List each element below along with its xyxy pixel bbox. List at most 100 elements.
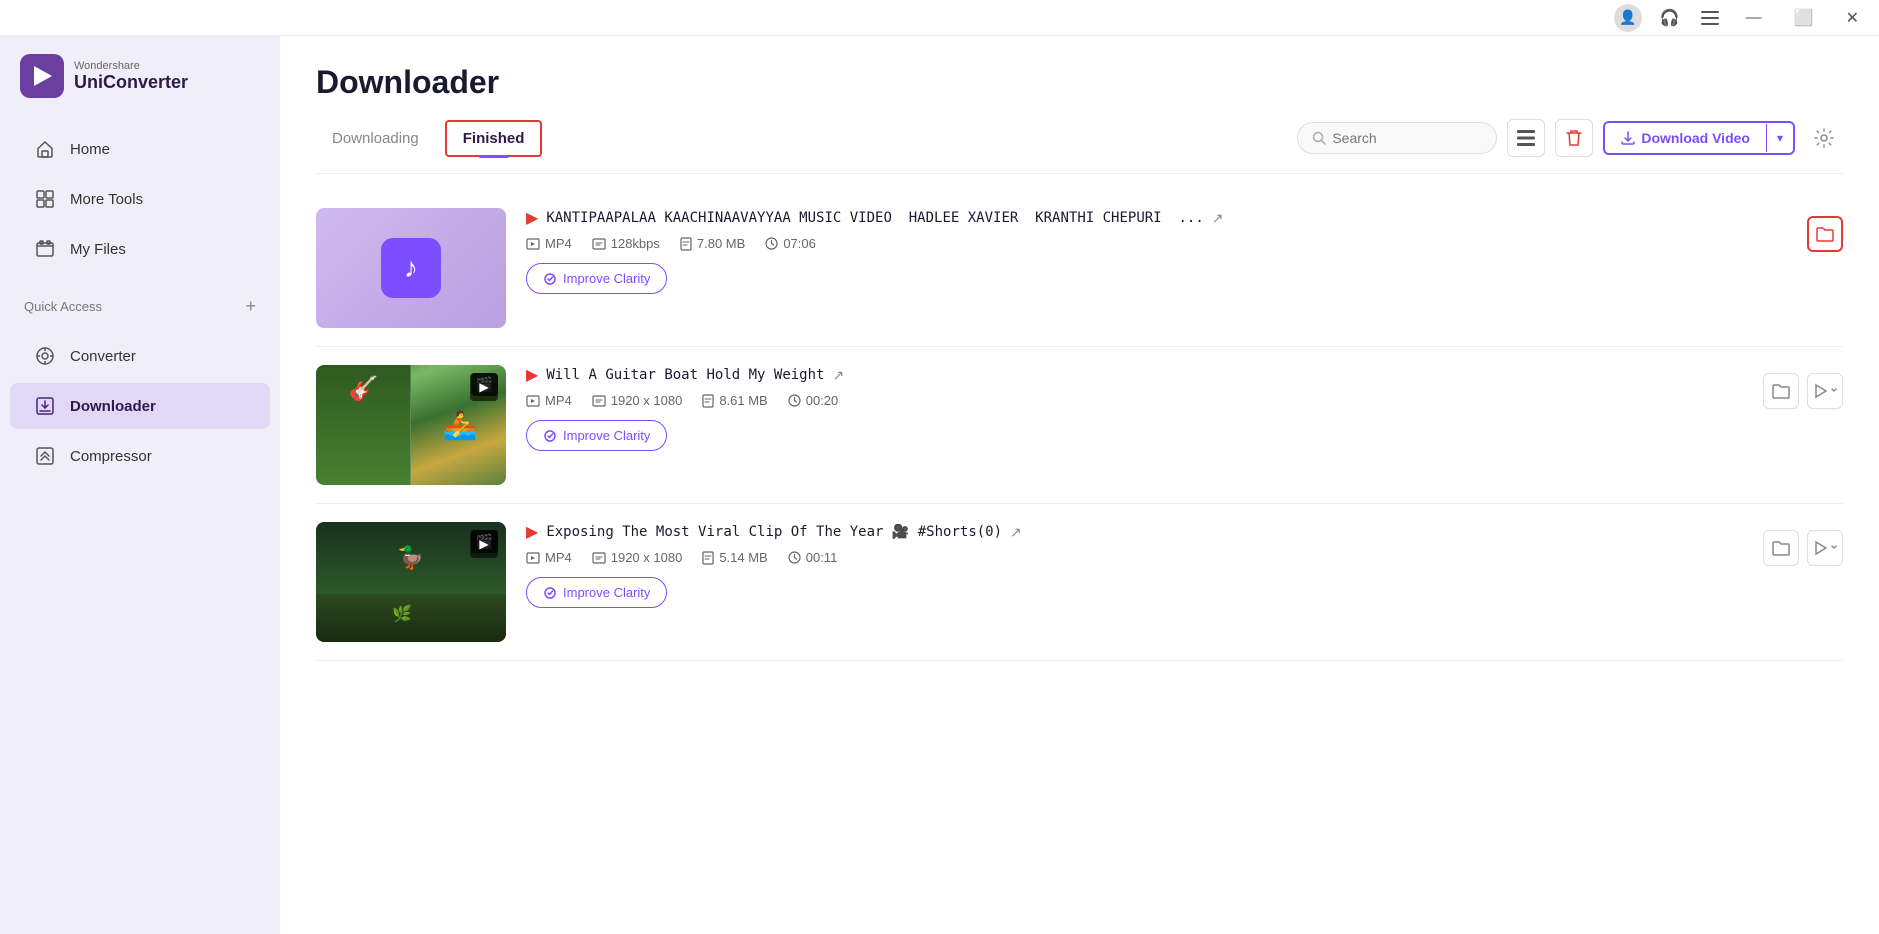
- external-link-icon-1[interactable]: ↗: [1212, 210, 1224, 227]
- dropdown-arrow-2: [1830, 383, 1838, 399]
- tab-finished[interactable]: Finished: [445, 120, 543, 157]
- duration-meta-3: 00:11: [788, 550, 838, 565]
- more-tools-icon: [34, 188, 56, 210]
- sidebar-item-more-tools[interactable]: More Tools: [10, 176, 270, 222]
- music-icon: ♪: [381, 238, 441, 298]
- sidebar-item-my-files[interactable]: My Files: [10, 226, 270, 272]
- play-icon-3: ▶: [470, 530, 498, 558]
- minimize-button[interactable]: —: [1738, 5, 1770, 31]
- downloader-icon: [34, 395, 56, 417]
- video-title-row-3: ▶ Exposing The Most Viral Clip Of The Ye…: [526, 522, 1843, 542]
- download-icon: [1621, 131, 1635, 145]
- video-title-2: Will A Guitar Boat Hold My Weight: [546, 367, 824, 383]
- video-format-icon-2: [526, 395, 540, 407]
- search-input[interactable]: [1332, 130, 1472, 146]
- play-icon-btn-3: [1812, 540, 1828, 556]
- video-format-icon-3: [526, 552, 540, 564]
- download-video-button[interactable]: Download Video: [1605, 123, 1766, 153]
- external-link-icon-3[interactable]: ↗: [1010, 524, 1022, 541]
- main-content: Downloader Downloading Finished: [280, 36, 1879, 934]
- card-actions-3: [1763, 522, 1843, 566]
- card-actions-2: [1763, 365, 1843, 409]
- improve-clarity-button-1[interactable]: Improve Clarity: [526, 263, 667, 294]
- close-button[interactable]: ✕: [1838, 4, 1867, 32]
- sidebar-item-more-tools-label: More Tools: [70, 191, 143, 208]
- logo-name: UniConverter: [74, 72, 188, 93]
- play-button-3[interactable]: [1807, 530, 1843, 566]
- thumbnail-1: ♪: [316, 208, 506, 328]
- video-format-icon: [526, 238, 540, 250]
- improve-icon-2: [543, 429, 557, 443]
- download-video-dropdown-button[interactable]: ▾: [1766, 124, 1793, 152]
- bitrate-meta-1: 128kbps: [592, 236, 660, 251]
- folder-icon: [1816, 226, 1834, 242]
- titlebar: 👤 🎧 — ⬜ ✕: [0, 0, 1879, 36]
- improve-icon: [543, 272, 557, 286]
- youtube-icon-3: ▶: [526, 522, 538, 542]
- video-card-1: ♪ ▶ KANTIPAAPALAA KAACHINAAVAYYAA MUSIC …: [316, 190, 1843, 347]
- sidebar-item-compressor[interactable]: Compressor: [10, 433, 270, 479]
- video-meta-2: MP4 1920 x 1080: [526, 393, 1843, 408]
- page-title: Downloader: [316, 64, 1843, 101]
- main-header: Downloader Downloading Finished: [280, 36, 1879, 174]
- audio-icon: [592, 238, 606, 250]
- sidebar-item-downloader[interactable]: Downloader: [10, 383, 270, 429]
- sidebar-item-downloader-label: Downloader: [70, 398, 156, 415]
- video-info-2: ▶ Will A Guitar Boat Hold My Weight ↗ MP…: [526, 365, 1843, 451]
- improve-clarity-button-2[interactable]: Improve Clarity: [526, 420, 667, 451]
- sidebar-logo: Wondershare UniConverter: [0, 36, 280, 116]
- list-view-button[interactable]: [1507, 119, 1545, 157]
- settings-button[interactable]: [1805, 119, 1843, 157]
- improve-clarity-button-3[interactable]: Improve Clarity: [526, 577, 667, 608]
- dropdown-arrow-3: [1830, 540, 1838, 556]
- folder-icon-3: [1772, 540, 1790, 556]
- menu-icon[interactable]: [1698, 6, 1722, 30]
- quick-access-label: Quick Access: [24, 299, 102, 314]
- thumbnail-2: 🎸 🚣 🎬 ▶: [316, 365, 506, 485]
- download-video-button-group: Download Video ▾: [1603, 121, 1795, 155]
- resolution-meta-2: 1920 x 1080: [592, 393, 683, 408]
- converter-icon: [34, 345, 56, 367]
- folder-button-1[interactable]: [1807, 216, 1843, 252]
- sidebar: Wondershare UniConverter Home: [0, 36, 280, 934]
- tab-downloading[interactable]: Downloading: [316, 122, 435, 155]
- play-button-2[interactable]: [1807, 373, 1843, 409]
- logo-text: Wondershare UniConverter: [74, 60, 188, 93]
- youtube-icon-2: ▶: [526, 365, 538, 385]
- external-link-icon-2[interactable]: ↗: [832, 367, 844, 384]
- sidebar-item-converter[interactable]: Converter: [10, 333, 270, 379]
- resolution-icon-2: [592, 395, 606, 407]
- size-meta-2: 8.61 MB: [702, 393, 767, 408]
- quick-access-add-button[interactable]: +: [245, 296, 256, 317]
- play-icon-btn-2: [1812, 383, 1828, 399]
- clock-icon-3: [788, 551, 801, 564]
- content-list: ♪ ▶ KANTIPAAPALAA KAACHINAAVAYYAA MUSIC …: [280, 174, 1879, 934]
- toolbar: Downloading Finished: [316, 119, 1843, 174]
- youtube-icon-1: ▶: [526, 208, 538, 228]
- video-title-1: KANTIPAAPALAA KAACHINAAVAYYAA MUSIC VIDE…: [546, 210, 1203, 226]
- file-icon: [680, 237, 692, 251]
- search-icon: [1312, 131, 1326, 145]
- video-title-row-1: ▶ KANTIPAAPALAA KAACHINAAVAYYAA MUSIC VI…: [526, 208, 1843, 228]
- sidebar-item-home[interactable]: Home: [10, 126, 270, 172]
- duration-meta-2: 00:20: [788, 393, 839, 408]
- maximize-button[interactable]: ⬜: [1786, 4, 1822, 32]
- folder-button-2[interactable]: [1763, 373, 1799, 409]
- avatar-icon[interactable]: 👤: [1614, 4, 1642, 32]
- improve-icon-3: [543, 586, 557, 600]
- size-meta-3: 5.14 MB: [702, 550, 767, 565]
- search-box[interactable]: [1297, 122, 1497, 154]
- file-icon-3: [702, 551, 714, 565]
- headphones-icon[interactable]: 🎧: [1658, 6, 1682, 30]
- clock-icon: [765, 237, 778, 250]
- sidebar-sub-nav: Converter Downloader: [0, 323, 280, 489]
- folder-icon-2: [1772, 383, 1790, 399]
- compressor-icon: [34, 445, 56, 467]
- resolution-icon-3: [592, 552, 606, 564]
- sidebar-item-compressor-label: Compressor: [70, 448, 152, 465]
- duration-meta-1: 07:06: [765, 236, 816, 251]
- delete-button[interactable]: [1555, 119, 1593, 157]
- sidebar-item-converter-label: Converter: [70, 348, 136, 365]
- folder-button-3[interactable]: [1763, 530, 1799, 566]
- video-card-2: 🎸 🚣 🎬 ▶ ▶ Will A Guitar Boat Hold My Wei…: [316, 347, 1843, 504]
